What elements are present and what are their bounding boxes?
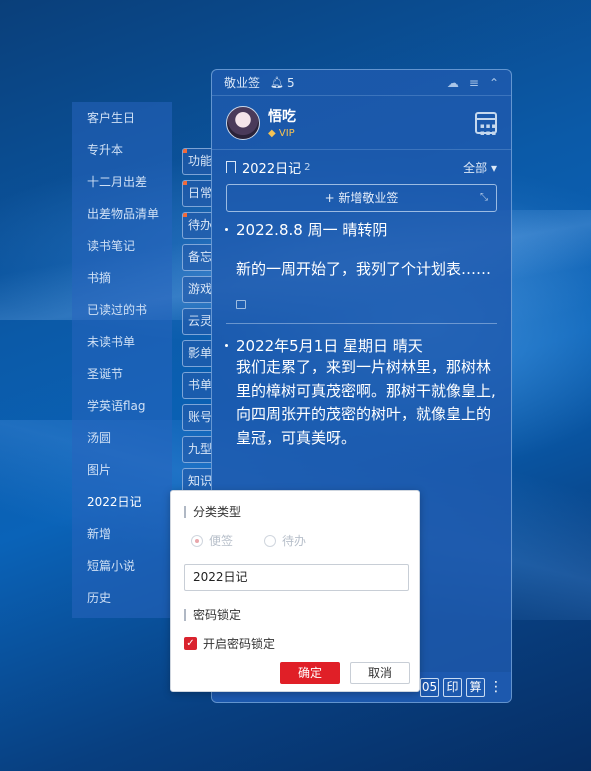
tab-label: 九型 [188, 442, 212, 456]
note-date: 2022年5月1日 星期日 晴天 [236, 337, 423, 355]
bullet-icon [225, 228, 228, 231]
tab-label: 备忘 [188, 250, 212, 264]
user-name: 悟吃 [268, 109, 296, 125]
vip-badge: ◆ VIP [268, 128, 296, 139]
confirm-button[interactable]: 确定 [280, 662, 340, 684]
bullet-icon [225, 344, 228, 347]
category-item[interactable]: 历史 [72, 582, 172, 614]
diamond-icon: ◆ [268, 128, 276, 139]
app-title: 敬业签 [224, 76, 261, 90]
export-button[interactable]: 05 [420, 677, 439, 697]
note-body: 新的一周开始了，我列了个计划表…… [236, 260, 492, 278]
user-info: 悟吃 ◆ VIP [268, 106, 296, 139]
add-note-label: + 新增敬业签 [324, 191, 399, 205]
caret-down-icon: ▾ [490, 160, 497, 175]
calculate-button[interactable]: 算 [466, 677, 485, 697]
divider [226, 323, 497, 324]
category-item[interactable]: 学英语flag [72, 390, 172, 422]
new-dot-icon [183, 213, 187, 217]
tab-label: 书单 [188, 378, 212, 392]
category-item[interactable]: 汤圆 [72, 422, 172, 454]
tab-label: 待办 [188, 218, 212, 232]
radio-todo-label: 待办 [282, 534, 307, 548]
category-type-label: 分类类型 [184, 506, 241, 518]
new-dot-icon [183, 149, 187, 153]
print-button[interactable]: 印 [443, 677, 462, 697]
radio-note-label: 便签 [209, 534, 234, 548]
radio-selected-icon [191, 534, 203, 547]
enable-lock-label: 开启密码锁定 [203, 637, 276, 651]
radio-unselected-icon [264, 534, 276, 547]
tab-item[interactable]: 账号 [182, 404, 212, 431]
checkbox-checked-icon: ✓ [184, 637, 197, 650]
cloud-sync-icon[interactable]: ☁ [447, 76, 459, 90]
tab-label: 功能 [188, 154, 212, 168]
more-icon[interactable]: ⋮ [489, 679, 503, 695]
window-controls: ☁ ≡ ⌃ [447, 76, 499, 90]
menu-icon[interactable]: ≡ [469, 76, 479, 90]
category-item[interactable]: 专升本 [72, 134, 172, 166]
tab-label: 游戏 [188, 282, 212, 296]
category-list: 客户生日 专升本 十二月出差 出差物品清单 读书笔记 书摘 已读过的书 未读书单… [72, 102, 172, 618]
note-item[interactable]: 2022.8.8 周一 晴转阴 新的一周开始了，我列了个计划表…… [212, 220, 511, 309]
tab-item[interactable]: 备忘 [182, 244, 212, 271]
category-tabs: 功能 日常 待办 备忘 游戏 云灵 影单 书单 账号 九型 知识 [182, 148, 212, 500]
calendar-icon[interactable]: ▪▪▪ ▪▪▪ [475, 111, 498, 137]
tab-item[interactable]: 日常 [182, 180, 212, 207]
section-count: 2 [304, 161, 311, 173]
note-item[interactable]: 2022年5月1日 星期日 晴天 我们走累了，来到一片树林里，那树林里的樟树可真… [212, 336, 511, 450]
tab-item[interactable]: 待办 [182, 212, 212, 239]
section-title: 2022日记 [242, 161, 302, 177]
section-header: 2022日记 2 全部 ▾ [212, 150, 511, 184]
cancel-button[interactable]: 取消 [350, 662, 410, 684]
category-item[interactable]: 未读书单 [72, 326, 172, 358]
tab-item[interactable]: 功能 [182, 148, 212, 175]
tab-item[interactable]: 云灵 [182, 308, 212, 335]
category-item[interactable]: 短篇小说 [72, 550, 172, 582]
tab-label: 知识 [188, 474, 212, 488]
category-item[interactable]: 图片 [72, 454, 172, 486]
collapse-icon[interactable]: ⌃ [489, 76, 499, 90]
tab-item[interactable]: 游戏 [182, 276, 212, 303]
note-body: 我们走累了，来到一片树林里，那树林里的樟树可真茂密啊。那树干就像皇上,向四周张开… [236, 358, 496, 447]
tab-label: 影单 [188, 346, 212, 360]
category-item[interactable]: 已读过的书 [72, 294, 172, 326]
category-item[interactable]: 读书笔记 [72, 230, 172, 262]
avatar[interactable] [226, 105, 260, 140]
tab-label: 日常 [188, 186, 212, 200]
tab-item[interactable]: 影单 [182, 340, 212, 367]
category-item[interactable]: 新增 [72, 518, 172, 550]
user-row: 悟吃 ◆ VIP ▪▪▪ ▪▪▪ [212, 96, 511, 150]
enable-lock-checkbox[interactable]: ✓ 开启密码锁定 [184, 635, 275, 652]
note-date: 2022.8.8 周一 晴转阴 [236, 221, 388, 239]
tab-label: 云灵 [188, 314, 212, 328]
category-edit-dialog: 分类类型 便签 待办 2022日记 密码锁定 ✓ 开启密码锁定 确定 取消 [170, 490, 420, 692]
new-dot-icon [183, 181, 187, 185]
add-note-button[interactable]: + 新增敬业签 ⤡ [226, 184, 497, 212]
filter-dropdown[interactable]: 全部 ▾ [463, 159, 497, 176]
lock-icon [236, 300, 246, 309]
tab-item[interactable]: 九型 [182, 436, 212, 463]
category-item[interactable]: 十二月出差 [72, 166, 172, 198]
tab-label: 账号 [188, 410, 212, 424]
bookmark-icon [226, 161, 236, 173]
filter-label: 全部 [463, 160, 488, 175]
expand-icon[interactable]: ⤡ [480, 185, 488, 211]
calendar-grid-icon: ▪▪▪ ▪▪▪ [480, 121, 498, 137]
category-item[interactable]: 出差物品清单 [72, 198, 172, 230]
category-name-input[interactable]: 2022日记 [184, 564, 409, 591]
radio-note[interactable]: 便签 [191, 532, 233, 549]
vip-label: VIP [278, 128, 295, 139]
category-item-active[interactable]: 2022日记 [72, 486, 172, 518]
category-item[interactable]: 客户生日 [72, 102, 172, 134]
tab-item[interactable]: 书单 [182, 372, 212, 399]
bell-icon[interactable]: 🔔︎ [270, 76, 284, 89]
category-item[interactable]: 书摘 [72, 262, 172, 294]
radio-todo[interactable]: 待办 [264, 532, 306, 549]
panel-topbar: 敬业签 🔔︎ 5 ☁ ≡ ⌃ [212, 70, 511, 96]
category-item[interactable]: 圣诞节 [72, 358, 172, 390]
notification-count: 5 [286, 75, 295, 90]
password-lock-label: 密码锁定 [184, 609, 241, 621]
